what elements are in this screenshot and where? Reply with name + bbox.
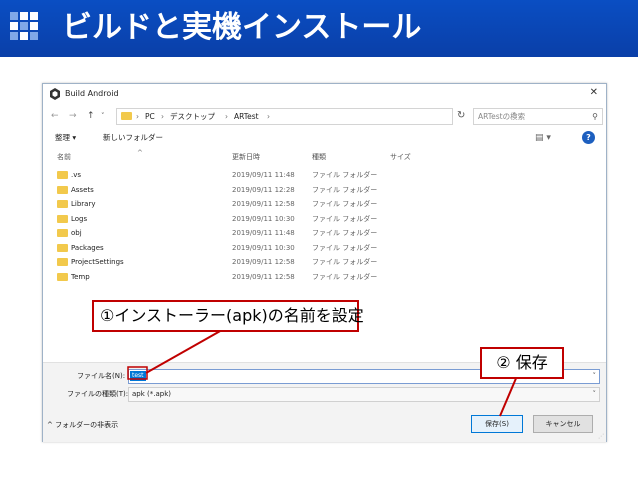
callout-save: ② 保存: [480, 347, 564, 379]
save-button[interactable]: 保存(S): [471, 415, 523, 433]
file-modified: 2019/09/11 11:48: [232, 229, 295, 237]
file-name: obj: [71, 229, 82, 237]
file-modified: 2019/09/11 12:28: [232, 185, 295, 194]
file-name: .vs: [71, 171, 82, 179]
search-icon: ⚲: [592, 112, 598, 121]
breadcrumb-sep: ›: [225, 112, 228, 121]
chevron-down-icon[interactable]: ˅: [101, 110, 105, 122]
file-type: ファイル フォルダー: [312, 185, 378, 194]
filename-value: test: [130, 371, 146, 381]
cancel-button[interactable]: キャンセル: [533, 415, 593, 433]
folder-icon: [57, 272, 68, 281]
callout-set-apk-name: ①インストーラー(apk)の名前を設定: [92, 300, 364, 332]
file-type: ファイル フォルダー: [312, 243, 378, 252]
organize-button[interactable]: 整理 ▾: [55, 132, 76, 144]
search-input[interactable]: ARTestの検索 ⚲: [473, 108, 603, 125]
file-name: Temp: [71, 272, 90, 281]
file-name: Logs: [71, 214, 88, 223]
unity-logo-icon: [50, 88, 60, 100]
address-row: ← → ↑ ˅ › PC › デスクトップ › ARTest › ˅ ↻ ART…: [43, 106, 606, 126]
chevron-down-icon: ˅: [592, 390, 597, 398]
help-icon[interactable]: ?: [582, 131, 595, 144]
file-row[interactable]: Logs 2019/09/11 10:30 ファイル フォルダー: [43, 212, 606, 226]
file-row[interactable]: obj 2019/09/11 11:48 ファイル フォルダー: [43, 226, 606, 240]
file-name: ProjectSettings: [71, 258, 124, 266]
file-modified: 2019/09/11 11:48: [232, 171, 295, 179]
dialog-title: Build Android: [65, 89, 119, 98]
hide-folders-toggle[interactable]: ^ フォルダーの非表示: [47, 419, 118, 431]
dialog-toolbar: 整理 ▾ 新しいフォルダー ▤ ▾ ?: [43, 130, 606, 146]
breadcrumb-sep: ›: [267, 112, 270, 121]
folder-icon: [57, 185, 68, 194]
file-type: ファイル フォルダー: [312, 229, 378, 237]
slide-title: ビルドと実機インストール: [62, 10, 422, 45]
folder-icon: [57, 243, 68, 252]
column-modified[interactable]: 更新日時: [232, 151, 260, 163]
forward-icon[interactable]: →: [69, 110, 77, 122]
breadcrumb-desktop[interactable]: デスクトップ: [170, 110, 215, 123]
column-type[interactable]: 種類: [312, 151, 326, 163]
file-modified: 2019/09/11 12:58: [232, 272, 295, 281]
filetype-label: ファイルの種類(T):: [67, 390, 129, 398]
file-row[interactable]: Library 2019/09/11 12:58 ファイル フォルダー: [43, 197, 606, 211]
dialog-titlebar: Build Android ✕: [43, 84, 606, 104]
search-placeholder: ARTestの検索: [478, 112, 526, 121]
close-icon[interactable]: ✕: [590, 86, 598, 100]
file-modified: 2019/09/11 10:30: [232, 214, 295, 223]
new-folder-button[interactable]: 新しいフォルダー: [103, 132, 163, 144]
sort-caret-icon: ^: [137, 149, 143, 157]
chevron-down-icon[interactable]: ˅: [593, 370, 597, 383]
grid-squares-icon: [10, 12, 46, 46]
file-row[interactable]: Assets 2019/09/11 12:28 ファイル フォルダー: [43, 183, 606, 197]
file-row[interactable]: Packages 2019/09/11 10:30 ファイル フォルダー: [43, 241, 606, 255]
file-modified: 2019/09/11 12:58: [232, 258, 295, 266]
resize-grip-icon[interactable]: ⋰: [598, 434, 604, 440]
slide-header: ビルドと実機インストール: [0, 0, 638, 57]
file-row[interactable]: Temp 2019/09/11 12:58 ファイル フォルダー: [43, 270, 606, 284]
save-dialog: Build Android ✕ ← → ↑ ˅ › PC › デスクトップ › …: [42, 83, 607, 442]
filetype-value: apk (*.apk): [132, 390, 171, 398]
file-modified: 2019/09/11 12:58: [232, 200, 295, 208]
file-row[interactable]: ProjectSettings 2019/09/11 12:58 ファイル フォ…: [43, 255, 606, 269]
up-icon[interactable]: ↑: [87, 110, 95, 122]
file-type: ファイル フォルダー: [312, 272, 378, 281]
folder-icon: [57, 229, 68, 237]
breadcrumb-artest[interactable]: ARTest: [234, 110, 259, 123]
file-name: Library: [71, 200, 96, 208]
column-size[interactable]: サイズ: [390, 151, 411, 163]
breadcrumb-sep: ›: [136, 112, 139, 121]
filename-label: ファイル名(N):: [77, 372, 126, 380]
file-modified: 2019/09/11 10:30: [232, 243, 295, 252]
folder-icon: [57, 258, 68, 266]
view-options-icon[interactable]: ▤ ▾: [535, 132, 551, 144]
filetype-select[interactable]: apk (*.apk) ˅: [128, 387, 600, 402]
breadcrumb-pc[interactable]: PC: [145, 110, 155, 123]
file-type: ファイル フォルダー: [312, 258, 378, 266]
breadcrumb-sep: ›: [161, 112, 164, 121]
column-headers: 名前 ^ 更新日時 種類 サイズ: [43, 149, 606, 164]
file-name: Packages: [71, 243, 104, 252]
folder-icon: [57, 200, 68, 208]
folder-icon: [121, 112, 132, 120]
folder-icon: [57, 214, 68, 223]
address-bar[interactable]: › PC › デスクトップ › ARTest › ˅: [116, 108, 516, 125]
file-type: ファイル フォルダー: [312, 171, 378, 179]
file-name: Assets: [71, 185, 94, 194]
back-icon[interactable]: ←: [51, 110, 59, 122]
file-type: ファイル フォルダー: [312, 214, 378, 223]
file-row[interactable]: .vs 2019/09/11 11:48 ファイル フォルダー: [43, 168, 606, 182]
column-name[interactable]: 名前: [57, 151, 71, 163]
file-type: ファイル フォルダー: [312, 200, 378, 208]
folder-icon: [57, 171, 68, 179]
refresh-icon[interactable]: ↻: [457, 110, 465, 122]
